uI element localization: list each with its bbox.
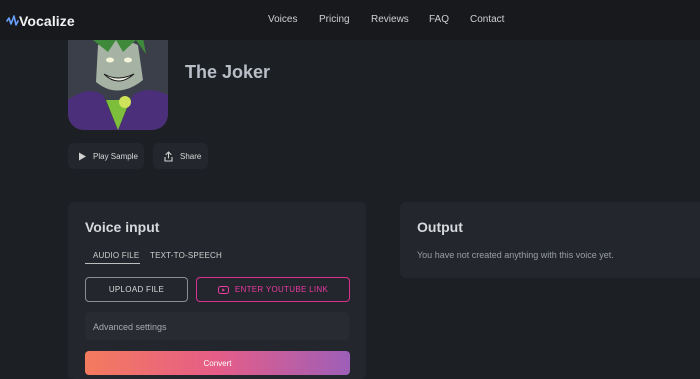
logo-text: Vocalize [19, 13, 75, 29]
nav-link-faq[interactable]: FAQ [429, 14, 449, 25]
play-icon [79, 152, 86, 160]
share-button[interactable]: Share [153, 143, 208, 169]
vocalize-logo-icon [6, 15, 19, 26]
output-card [400, 202, 700, 278]
play-sample-button[interactable]: Play Sample [68, 143, 144, 169]
nav-link-voices[interactable]: Voices [268, 14, 297, 25]
nav-link-reviews[interactable]: Reviews [371, 14, 409, 25]
youtube-link-label: ENTER YOUTUBE LINK [234, 285, 329, 294]
top-nav: Vocalize Voices Pricing Reviews FAQ Cont… [0, 0, 700, 40]
upload-file-button[interactable]: UPLOAD FILE [85, 277, 188, 302]
convert-label: Convert [203, 358, 232, 368]
output-title: Output [417, 219, 463, 235]
tab-text-to-speech[interactable]: TEXT-TO-SPEECH [150, 251, 222, 260]
youtube-icon [217, 285, 229, 294]
youtube-link-button[interactable]: ENTER YOUTUBE LINK [196, 277, 350, 302]
nav-link-contact[interactable]: Contact [470, 14, 504, 25]
share-label: Share [180, 151, 202, 161]
logo[interactable]: Vocalize [6, 13, 75, 29]
advanced-settings-toggle[interactable]: Advanced settings [85, 312, 349, 340]
voice-title: The Joker [185, 62, 271, 82]
share-icon [164, 150, 173, 162]
tab-audio-file[interactable]: AUDIO FILE [93, 251, 139, 260]
advanced-settings-label: Advanced settings [93, 322, 167, 332]
upload-file-label: UPLOAD FILE [108, 285, 165, 294]
voice-avatar [68, 40, 168, 130]
voice-input-title: Voice input [85, 219, 160, 235]
output-empty-message: You have not created anything with this … [417, 250, 614, 260]
active-tab-indicator [85, 263, 140, 264]
play-sample-label: Play Sample [93, 151, 138, 161]
convert-button[interactable]: Convert [85, 351, 350, 375]
nav-link-pricing[interactable]: Pricing [319, 14, 350, 25]
joker-avatar-image [68, 40, 168, 130]
